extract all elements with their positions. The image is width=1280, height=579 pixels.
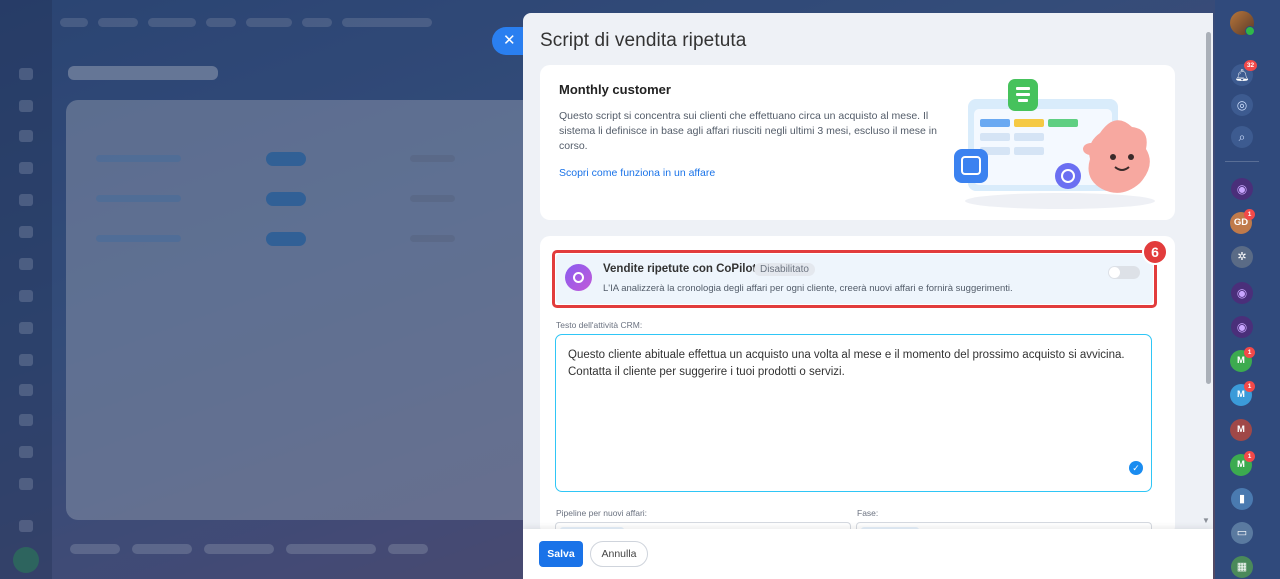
chat-avatar[interactable]: M1 [1230, 347, 1255, 372]
scrollbar-thumb[interactable] [1206, 32, 1211, 384]
activity-text-label: Testo dell'attività CRM: [556, 320, 643, 330]
chat-avatar[interactable]: M1 [1230, 381, 1255, 406]
script-name: Monthly customer [559, 82, 671, 97]
chat-icon[interactable]: ▭ [1231, 522, 1253, 544]
bell-icon[interactable]: 🔔︎ 32 [1231, 60, 1257, 86]
unread-badge: 1 [1244, 381, 1255, 392]
copilot-chat-icon[interactable]: ◉ [1231, 282, 1253, 304]
cancel-button[interactable]: Annulla [590, 541, 648, 567]
unread-badge: 1 [1244, 347, 1255, 358]
step-badge: 6 [1142, 239, 1168, 265]
script-info-card: Monthly customer Questo script si concen… [540, 65, 1175, 220]
chat-avatar[interactable]: M [1230, 419, 1252, 441]
settings-card: Vendite ripetute con CoPilot Disabilitat… [540, 236, 1175, 538]
unread-badge: 1 [1244, 451, 1255, 462]
chat-avatar[interactable]: GD 1 [1230, 209, 1255, 234]
copilot-illustration [954, 79, 1155, 209]
close-icon: ✕ [503, 32, 516, 49]
unread-badge: 1 [1244, 209, 1255, 220]
chat-avatar[interactable]: M1 [1230, 451, 1255, 476]
rail-divider [1225, 161, 1259, 162]
right-rail: 🔔︎ 32 ◎ ⌕ ◉ ✲ ◉ ◉ ▮ ▭ ▦ [1215, 0, 1280, 579]
script-description: Questo script si concentra sui clienti c… [559, 110, 937, 153]
copilot-chat-icon[interactable]: ◎ [1231, 94, 1253, 116]
user-avatar[interactable] [1230, 11, 1255, 36]
search-icon[interactable]: ⌕ [1231, 126, 1253, 148]
stage-label: Fase: [857, 508, 879, 518]
calendar-icon[interactable]: ▦ [1231, 556, 1253, 578]
copilot-chat-icon[interactable]: ◉ [1231, 316, 1253, 338]
save-button[interactable]: Salva [539, 541, 583, 567]
slider-footer: Salva Annulla [523, 529, 1213, 579]
highlight-frame [552, 250, 1157, 308]
notification-count: 32 [1244, 60, 1257, 71]
copilot-icon[interactable]: ◉ [1231, 178, 1253, 200]
bookmark-icon[interactable]: ▮ [1231, 488, 1253, 510]
check-icon: ✓ [1129, 461, 1143, 475]
activity-textarea[interactable]: Questo cliente abituale effettua un acqu… [555, 334, 1152, 492]
pipeline-label: Pipeline per nuovi affari: [556, 508, 648, 518]
script-slider: Script di vendita ripetuta Monthly custo… [523, 13, 1213, 579]
scroll-down-icon[interactable]: ▼ [1202, 516, 1210, 525]
learn-more-link[interactable]: Scopri come funziona in un affare [559, 167, 715, 179]
group-chat-icon[interactable]: ✲ [1231, 246, 1253, 268]
activity-text: Questo cliente abituale effettua un acqu… [568, 349, 1125, 378]
slider-title: Script di vendita ripetuta [540, 30, 747, 51]
